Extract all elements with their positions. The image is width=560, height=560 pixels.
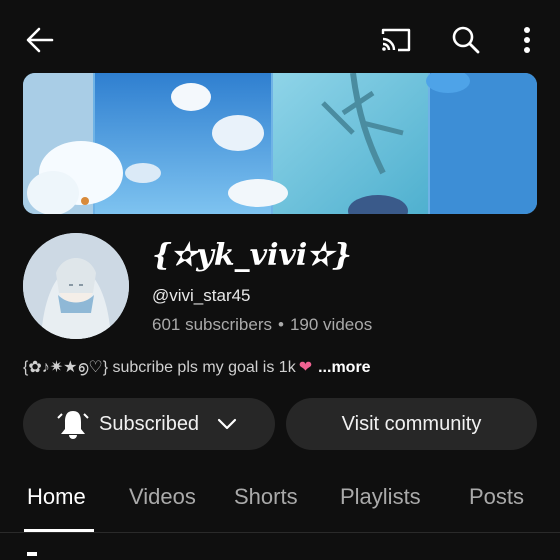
content-peek: [27, 552, 37, 556]
search-button[interactable]: [448, 22, 484, 58]
arrow-left-icon: [26, 27, 54, 53]
back-button[interactable]: [22, 22, 58, 58]
description-text: {✿♪✷★൭♡} subcribe pls my goal is 1k: [23, 359, 296, 376]
subscriber-count: 601 subscribers: [152, 315, 273, 334]
video-count: 190 videos: [289, 315, 373, 334]
chevron-down-icon: [217, 418, 237, 430]
stats-separator: •: [278, 315, 284, 334]
channel-name: {✫yk_vivi✫}: [152, 238, 352, 273]
tab-posts[interactable]: Posts: [469, 484, 524, 510]
subscribed-label: Subscribed: [99, 412, 200, 435]
top-bar: [0, 0, 560, 76]
heart-emoji: ❤: [298, 359, 313, 376]
tab-videos[interactable]: Videos: [129, 484, 196, 510]
channel-tabs: Home Videos Shorts Playlists Posts: [0, 472, 560, 532]
cast-icon: [381, 28, 411, 52]
tab-playlists[interactable]: Playlists: [340, 484, 421, 510]
search-icon: [452, 26, 480, 54]
cast-button[interactable]: [378, 22, 414, 58]
visit-community-button[interactable]: Visit community: [286, 398, 537, 450]
channel-description[interactable]: {✿♪✷★൭♡} subcribe pls my goal is 1k ❤ ...m…: [23, 357, 371, 377]
tab-home[interactable]: Home: [27, 484, 86, 510]
channel-handle: @vivi_star45: [152, 286, 251, 305]
channel-avatar[interactable]: [23, 233, 129, 339]
tab-shorts[interactable]: Shorts: [234, 484, 298, 510]
more-link[interactable]: ...more: [318, 359, 370, 376]
more-options-button[interactable]: [512, 22, 542, 58]
more-vert-icon: [524, 27, 530, 53]
channel-stats: 601 subscribers • 190 videos: [152, 315, 372, 335]
bell-icon: [57, 411, 89, 439]
visit-community-label: Visit community: [341, 412, 482, 435]
channel-banner: [23, 73, 537, 214]
tabs-divider: [0, 532, 560, 533]
subscribed-button[interactable]: Subscribed: [23, 398, 275, 450]
